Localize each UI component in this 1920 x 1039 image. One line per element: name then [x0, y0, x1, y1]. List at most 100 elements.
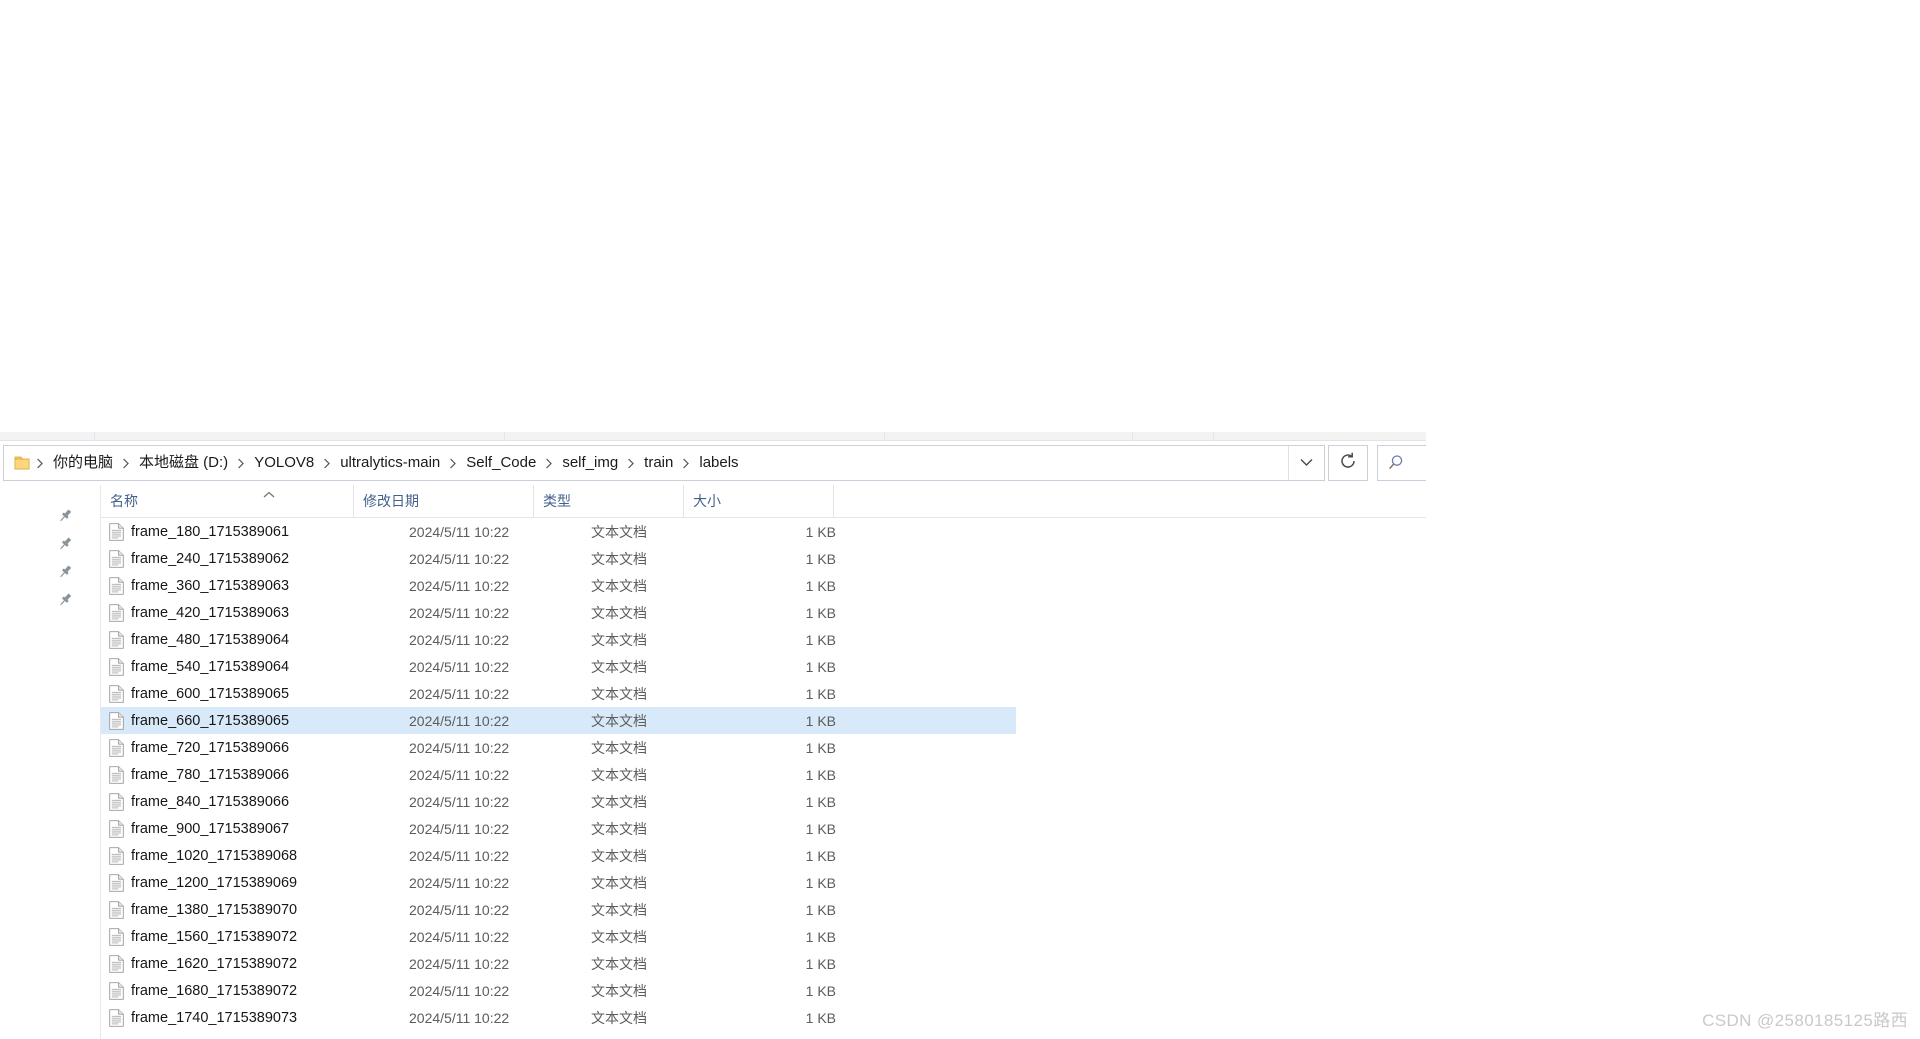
- column-header-name[interactable]: 名称: [101, 485, 354, 517]
- file-rows-container: frame_180_1715389061 2024/5/11 10:22 文本文档 1…: [101, 518, 1426, 1039]
- search-box[interactable]: [1377, 445, 1426, 481]
- file-date-cell: 2024/5/11 10:22: [409, 874, 510, 891]
- table-row[interactable]: frame_1560_1715389072 2024/5/11 10:22 文本文档…: [101, 923, 1016, 950]
- table-row[interactable]: frame_600_1715389065 2024/5/11 10:22 文本文档 1…: [101, 680, 1016, 707]
- explorer-content: 名称 修改日期 类型 大小 frame_180_1715389061 2024/…: [0, 485, 1426, 1039]
- table-row[interactable]: frame_540_1715389064 2024/5/11 10:22 文本文档 1…: [101, 653, 1016, 680]
- file-date-cell: 2024/5/11 10:22: [409, 901, 510, 918]
- table-row[interactable]: frame_840_1715389066 2024/5/11 10:22 文本文档 1…: [101, 788, 1016, 815]
- table-row[interactable]: frame_1020_1715389068 2024/5/11 10:22 文本文档…: [101, 842, 1016, 869]
- file-date-cell: 2024/5/11 10:22: [409, 928, 510, 945]
- file-size-cell: 1 KB: [805, 766, 836, 783]
- table-row[interactable]: frame_360_1715389063 2024/5/11 10:22 文本文档 1…: [101, 572, 1016, 599]
- address-dropdown-button[interactable]: [1288, 446, 1324, 480]
- file-type-cell: 文本文档: [591, 658, 647, 675]
- breadcrumb-item-7[interactable]: train: [638, 450, 679, 476]
- navigation-bar: 你的电脑 本地磁盘 (D:) YOLOV8 ultralytics-main Self_…: [0, 443, 1426, 483]
- refresh-button[interactable]: [1328, 445, 1368, 481]
- text-document-icon: [109, 847, 124, 865]
- file-size-cell: 1 KB: [805, 928, 836, 945]
- breadcrumb-item-3[interactable]: YOLOV8: [248, 450, 320, 476]
- text-document-icon: [109, 820, 124, 838]
- file-type-cell: 文本文档: [591, 550, 647, 567]
- chevron-down-icon: [1300, 454, 1313, 472]
- table-row[interactable]: frame_480_1715389064 2024/5/11 10:22 文本文档 1…: [101, 626, 1016, 653]
- breadcrumb-item-8[interactable]: labels: [693, 450, 744, 476]
- breadcrumb-item-5[interactable]: Self_Code: [460, 450, 542, 476]
- text-document-icon: [109, 928, 124, 946]
- file-date-cell: 2024/5/11 10:22: [409, 658, 510, 675]
- table-row[interactable]: frame_1380_1715389070 2024/5/11 10:22 文本文档…: [101, 896, 1016, 923]
- text-document-icon: [109, 1009, 124, 1027]
- column-header-size-label: 大小: [693, 493, 721, 509]
- text-document-icon: [109, 604, 124, 622]
- file-name-cell: frame_1200_1715389069: [131, 874, 298, 891]
- table-row[interactable]: frame_420_1715389063 2024/5/11 10:22 文本文档 1…: [101, 599, 1016, 626]
- file-type-cell: 文本文档: [591, 874, 647, 891]
- pin-icon[interactable]: [56, 535, 74, 553]
- file-date-cell: 2024/5/11 10:22: [409, 712, 510, 729]
- folder-icon: [13, 455, 31, 471]
- file-type-cell: 文本文档: [591, 523, 647, 540]
- pin-icon[interactable]: [56, 507, 74, 525]
- text-document-icon: [109, 631, 124, 649]
- file-size-cell: 1 KB: [805, 577, 836, 594]
- breadcrumb-separator-icon: [446, 458, 460, 469]
- table-row[interactable]: frame_1620_1715389072 2024/5/11 10:22 文本文档…: [101, 950, 1016, 977]
- file-type-cell: 文本文档: [591, 982, 647, 999]
- breadcrumb-separator-icon: [119, 458, 133, 469]
- text-document-icon: [109, 901, 124, 919]
- table-row[interactable]: frame_1740_1715389073 2024/5/11 10:22 文本文档…: [101, 1004, 1016, 1031]
- column-header-date[interactable]: 修改日期: [354, 485, 534, 517]
- file-name-cell: frame_1620_1715389072: [131, 955, 298, 972]
- file-date-cell: 2024/5/11 10:22: [409, 820, 510, 837]
- file-size-cell: 1 KB: [805, 793, 836, 810]
- pin-icon[interactable]: [56, 563, 74, 581]
- file-date-cell: 2024/5/11 10:22: [409, 739, 510, 756]
- file-name-cell: frame_360_1715389063: [131, 577, 290, 594]
- file-size-cell: 1 KB: [805, 901, 836, 918]
- file-size-cell: 1 KB: [805, 685, 836, 702]
- search-input[interactable]: [1414, 454, 1426, 472]
- file-name-cell: frame_1680_1715389072: [131, 982, 298, 999]
- table-row[interactable]: frame_240_1715389062 2024/5/11 10:22 文本文档 1…: [101, 545, 1016, 572]
- file-name-cell: frame_900_1715389067: [131, 820, 290, 837]
- ribbon-divider: [884, 432, 885, 441]
- breadcrumb-item-6[interactable]: self_img: [556, 450, 624, 476]
- file-date-cell: 2024/5/11 10:22: [409, 604, 510, 621]
- column-header-type[interactable]: 类型: [534, 485, 684, 517]
- file-type-cell: 文本文档: [591, 685, 647, 702]
- file-size-cell: 1 KB: [805, 1009, 836, 1026]
- table-row[interactable]: frame_180_1715389061 2024/5/11 10:22 文本文档 1…: [101, 518, 1016, 545]
- file-type-cell: 文本文档: [591, 604, 647, 621]
- ribbon-divider: [504, 432, 505, 441]
- breadcrumb-item-2[interactable]: 本地磁盘 (D:): [133, 450, 234, 476]
- file-size-cell: 1 KB: [805, 604, 836, 621]
- table-row[interactable]: frame_1680_1715389072 2024/5/11 10:22 文本文档…: [101, 977, 1016, 1004]
- file-size-cell: 1 KB: [805, 820, 836, 837]
- file-type-cell: 文本文档: [591, 577, 647, 594]
- table-row[interactable]: frame_720_1715389066 2024/5/11 10:22 文本文档 1…: [101, 734, 1016, 761]
- file-explorer-window: 你的电脑 本地磁盘 (D:) YOLOV8 ultralytics-main Self_…: [0, 432, 1426, 1039]
- text-document-icon: [109, 793, 124, 811]
- breadcrumb-item-4[interactable]: ultralytics-main: [334, 450, 446, 476]
- table-row[interactable]: frame_660_1715389065 2024/5/11 10:22 文本文档 1…: [101, 707, 1016, 734]
- ribbon-divider: [94, 432, 95, 441]
- breadcrumb: 你的电脑 本地磁盘 (D:) YOLOV8 ultralytics-main Self_…: [33, 446, 1288, 480]
- file-date-cell: 2024/5/11 10:22: [409, 577, 510, 594]
- file-size-cell: 1 KB: [805, 874, 836, 891]
- address-bar[interactable]: 你的电脑 本地磁盘 (D:) YOLOV8 ultralytics-main Self_…: [3, 445, 1325, 481]
- breadcrumb-separator-icon: [624, 458, 638, 469]
- file-name-cell: frame_480_1715389064: [131, 631, 290, 648]
- text-document-icon: [109, 685, 124, 703]
- table-row[interactable]: frame_1200_1715389069 2024/5/11 10:22 文本文档…: [101, 869, 1016, 896]
- file-name-cell: frame_720_1715389066: [131, 739, 290, 756]
- column-header-size[interactable]: 大小: [684, 485, 834, 517]
- text-document-icon: [109, 982, 124, 1000]
- table-row[interactable]: frame_900_1715389067 2024/5/11 10:22 文本文档 1…: [101, 815, 1016, 842]
- breadcrumb-item-1[interactable]: 你的电脑: [47, 450, 119, 476]
- file-name-cell: frame_1740_1715389073: [131, 1009, 298, 1026]
- table-row[interactable]: frame_780_1715389066 2024/5/11 10:22 文本文档 1…: [101, 761, 1016, 788]
- file-size-cell: 1 KB: [805, 955, 836, 972]
- pin-icon[interactable]: [56, 591, 74, 609]
